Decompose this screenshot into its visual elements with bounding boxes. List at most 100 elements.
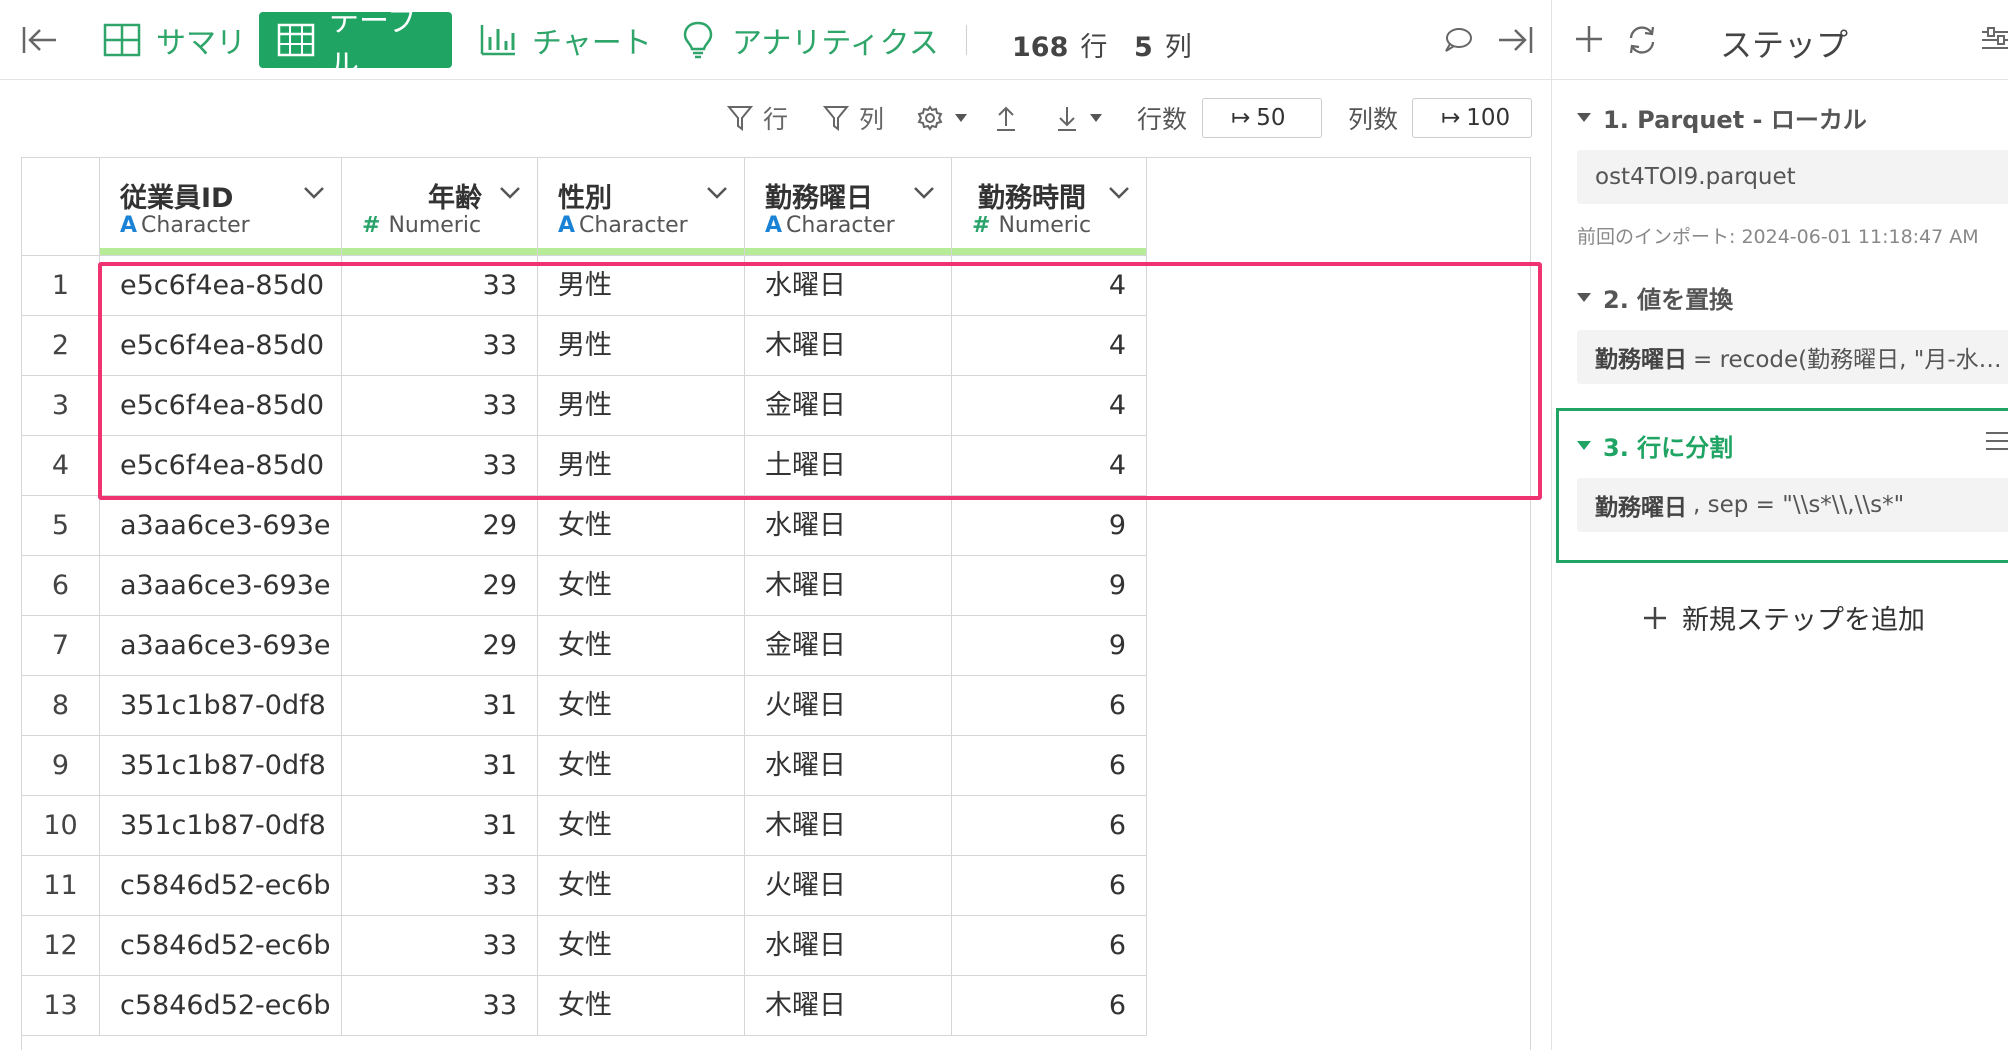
table-row[interactable]: 8 351c1b87-0df8 31 女性 火曜日 6 [22,676,1147,736]
cell-work-hours[interactable]: 6 [952,856,1147,916]
cell-workday[interactable]: 水曜日 [745,496,952,556]
step-3-header[interactable]: 3. 行に分割 [1577,428,1733,463]
cell-employee-id[interactable]: 351c1b87-0df8 [100,796,342,856]
cell-workday[interactable]: 火曜日 [745,856,952,916]
column-header[interactable]: 勤務時間 # Numeric [952,158,1147,256]
cell-gender[interactable]: 女性 [538,856,745,916]
cell-employee-id[interactable]: c5846d52-ec6b [100,856,342,916]
cell-work-hours[interactable]: 9 [952,496,1147,556]
table-row[interactable]: 13 c5846d52-ec6b 33 女性 木曜日 6 [22,976,1147,1036]
table-row[interactable]: 9 351c1b87-0df8 31 女性 水曜日 6 [22,736,1147,796]
filter-columns-button[interactable]: 列 [823,100,884,136]
cell-age[interactable]: 31 [342,736,538,796]
menu-icon[interactable] [1984,430,2008,456]
cell-employee-id[interactable]: a3aa6ce3-693e [100,556,342,616]
add-step-button[interactable]: 新規ステップを追加 [1642,598,1925,637]
row-index: 8 [22,676,100,736]
cell-gender[interactable]: 女性 [538,796,745,856]
cell-gender[interactable]: 女性 [538,736,745,796]
cell-workday[interactable]: 金曜日 [745,616,952,676]
cell-workday[interactable]: 木曜日 [745,556,952,616]
settings-dropdown[interactable] [916,100,978,136]
cell-workday[interactable]: 水曜日 [745,736,952,796]
cell-work-hours[interactable]: 9 [952,616,1147,676]
cell-work-hours[interactable]: 6 [952,916,1147,976]
column-header[interactable]: 勤務曜日 A Character [745,158,952,256]
table-row[interactable]: 10 351c1b87-0df8 31 女性 木曜日 6 [22,796,1147,856]
cell-age[interactable]: 29 [342,496,538,556]
rows-limit-input[interactable]: ↦ 50 [1202,98,1322,138]
table-row[interactable]: 7 a3aa6ce3-693e 29 女性 金曜日 9 [22,616,1147,676]
tab-table[interactable]: テーブル [259,4,452,83]
row-index: 4 [22,436,100,496]
tab-chart[interactable]: チャート [460,12,670,68]
column-name: 勤務曜日 [765,183,873,214]
table-icon [277,20,315,60]
cell-work-hours[interactable]: 9 [952,556,1147,616]
column-quality-bar [342,248,537,255]
col-count: 5 列 [1134,0,1192,80]
cell-workday[interactable]: 水曜日 [745,916,952,976]
table-row[interactable]: 6 a3aa6ce3-693e 29 女性 木曜日 9 [22,556,1147,616]
cell-work-hours[interactable]: 6 [952,976,1147,1036]
step-3[interactable]: 3. 行に分割 [1577,428,1733,463]
row-count-value: 168 [1012,32,1069,63]
filter-rows-button[interactable]: 行 [727,100,788,136]
cell-work-hours[interactable]: 6 [952,796,1147,856]
cell-workday[interactable]: 木曜日 [745,976,952,1036]
plus-icon[interactable] [1574,22,1604,60]
cols-limit-input[interactable]: ↦ 100 [1412,98,1532,138]
export-up-button[interactable] [994,100,1028,136]
cell-gender[interactable]: 女性 [538,496,745,556]
cell-age[interactable]: 33 [342,916,538,976]
highlight-annotation [98,262,1542,500]
table-row[interactable]: 11 c5846d52-ec6b 33 女性 火曜日 6 [22,856,1147,916]
cell-gender[interactable]: 女性 [538,916,745,976]
download-dropdown[interactable] [1055,100,1113,136]
cell-age[interactable]: 31 [342,676,538,736]
cell-employee-id[interactable]: 351c1b87-0df8 [100,736,342,796]
tab-summary-label: サマリ [156,26,246,61]
cell-employee-id[interactable]: a3aa6ce3-693e [100,616,342,676]
cell-employee-id[interactable]: a3aa6ce3-693e [100,496,342,556]
cell-gender[interactable]: 女性 [538,976,745,1036]
cell-gender[interactable]: 女性 [538,616,745,676]
cell-workday[interactable]: 火曜日 [745,676,952,736]
settings-sliders-icon[interactable] [1980,24,2008,60]
cell-age[interactable]: 33 [342,856,538,916]
step-2-header[interactable]: 2. 値を置換 [1577,280,1733,315]
cell-employee-id[interactable]: c5846d52-ec6b [100,916,342,976]
collapse-left-icon[interactable] [14,0,66,80]
step-2[interactable]: 2. 値を置換 [1577,280,1733,315]
tab-analytics[interactable]: アナリティクス [660,12,957,68]
tab-summary[interactable]: サマリ [84,12,264,68]
column-header[interactable]: 性別 A Character [538,158,745,256]
step-1[interactable]: 1. Parquet - ローカル [1577,100,1867,135]
cell-age[interactable]: 29 [342,616,538,676]
cell-gender[interactable]: 女性 [538,676,745,736]
step-1-content[interactable]: ost4TOI9.parquet [1577,150,2008,204]
comment-icon[interactable] [1438,0,1478,80]
step-3-content[interactable]: 勤務曜日 , sep = "\\s*\\,\\s*" [1577,478,2008,532]
steps-panel: ステップ 1. Parquet - ローカル ost4TOI9.parquet … [1551,0,2008,1050]
column-header[interactable]: 年齢 # Numeric [342,158,538,256]
step-2-content[interactable]: 勤務曜日 = recode(勤務曜日, "月-水… [1577,330,2008,384]
cell-employee-id[interactable]: c5846d52-ec6b [100,976,342,1036]
table-row[interactable]: 5 a3aa6ce3-693e 29 女性 水曜日 9 [22,496,1147,556]
row-index: 11 [22,856,100,916]
cell-work-hours[interactable]: 6 [952,676,1147,736]
cell-age[interactable]: 31 [342,796,538,856]
cell-work-hours[interactable]: 6 [952,736,1147,796]
cell-employee-id[interactable]: 351c1b87-0df8 [100,676,342,736]
row-index: 13 [22,976,100,1036]
column-type: A Character [558,213,688,238]
collapse-right-icon[interactable] [1490,0,1540,80]
cell-age[interactable]: 29 [342,556,538,616]
table-row[interactable]: 12 c5846d52-ec6b 33 女性 水曜日 6 [22,916,1147,976]
cell-age[interactable]: 33 [342,976,538,1036]
cell-workday[interactable]: 木曜日 [745,796,952,856]
refresh-icon[interactable] [1626,24,1658,60]
column-header[interactable]: 従業員ID A Character [100,158,342,256]
cell-gender[interactable]: 女性 [538,556,745,616]
step-1-header[interactable]: 1. Parquet - ローカル [1577,100,1867,135]
